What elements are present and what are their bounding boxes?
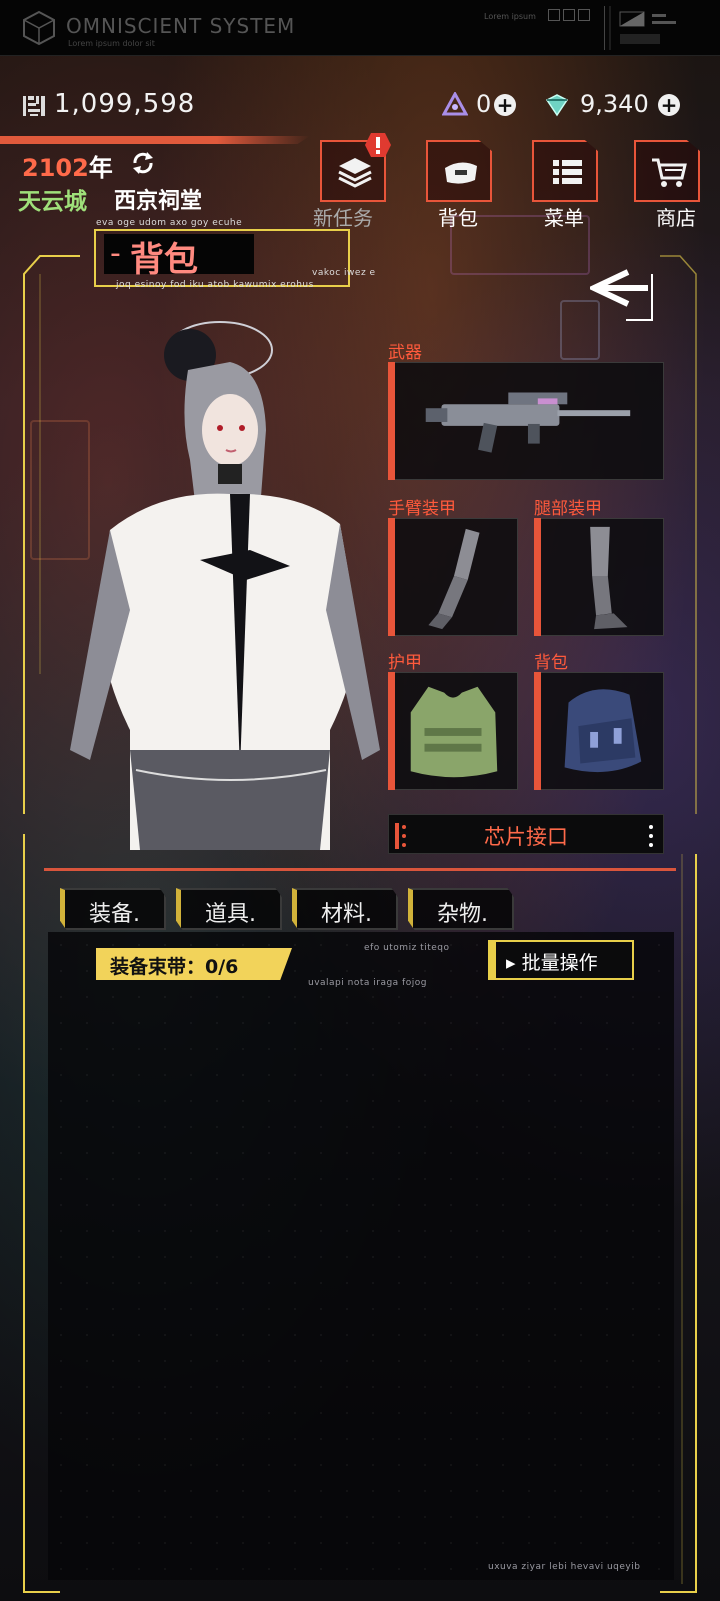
- title-dash: -: [110, 236, 121, 271]
- alert-icon: [365, 133, 391, 157]
- game-year: 2102年: [22, 154, 113, 182]
- backpack-slot-label: 背包: [534, 653, 568, 673]
- nav-backpack-button[interactable]: [426, 140, 492, 202]
- menu-icon: [553, 160, 582, 184]
- cart-icon: [652, 158, 687, 187]
- nav-menu-label: 菜单: [544, 206, 584, 230]
- footer-caption: uxuva ziyar lebi hevavi uqeyib: [488, 1562, 641, 1572]
- system-subtitle: Lorem ipsum dolor sit: [68, 39, 155, 48]
- header-accent-line: [0, 136, 310, 144]
- system-logo-icon: [23, 10, 55, 46]
- leg-armor-slot-label: 腿部装甲: [534, 499, 602, 519]
- arm-armor-icon: [428, 528, 480, 630]
- system-status-icon: [604, 6, 676, 50]
- crystal-amount: 0: [476, 90, 492, 118]
- header-sub-caption: joq esinoy fod iku atob kawumix erohus: [116, 280, 314, 290]
- weapon-slot[interactable]: [388, 362, 664, 480]
- armor-slot-label: 护甲: [388, 653, 422, 673]
- inventory-panel: [48, 932, 674, 1580]
- header-top-caption: eva oge udom axo goy ecuhe: [96, 218, 243, 228]
- gold-amount: 1,099,598: [54, 89, 196, 119]
- character-portrait: [70, 321, 380, 850]
- arm-armor-slot[interactable]: [388, 518, 518, 636]
- tab-equipment[interactable]: 装备.: [60, 888, 166, 930]
- add-crystal-button[interactable]: +: [494, 94, 516, 116]
- batch-operation-label: ▸ 批量操作: [506, 952, 598, 974]
- add-gem-button[interactable]: +: [658, 94, 680, 116]
- page-title: 背包: [130, 240, 198, 280]
- vest-icon: [410, 686, 498, 778]
- window-controls: [548, 9, 590, 21]
- tab-items[interactable]: 道具.: [176, 888, 282, 930]
- refresh-icon[interactable]: [130, 150, 156, 176]
- leg-armor-slot[interactable]: [534, 518, 664, 636]
- bag-icon: [445, 162, 477, 184]
- rifle-icon: [425, 392, 631, 453]
- backpack-icon: [564, 689, 642, 773]
- system-top-caption: Lorem ipsum: [484, 12, 536, 21]
- section-divider: [44, 868, 676, 871]
- header-right-caption: vakoc iwez e: [312, 268, 376, 278]
- system-title: OMNISCIENT SYSTEM: [66, 14, 296, 38]
- backpack-slot[interactable]: [534, 672, 664, 790]
- crystal-icon: [442, 92, 468, 116]
- equipment-belt-badge: 装备束带：0/6: [96, 948, 292, 980]
- resource-bar: 1,099,598 0 + 9,340 +: [0, 86, 720, 126]
- leg-armor-icon: [590, 526, 628, 630]
- system-bar: OMNISCIENT SYSTEM Lorem ipsum dolor sit …: [0, 0, 720, 56]
- inventory-caption-2: uvalapi nota iraga fojog: [308, 978, 427, 988]
- nav-new-task-label: 新任务: [313, 206, 373, 230]
- back-button[interactable]: [590, 262, 670, 328]
- batch-operation-button[interactable]: ▸ 批量操作: [488, 940, 634, 980]
- inventory-caption-1: efo utomiz titeqo: [364, 943, 450, 953]
- chip-interface-label: 芯片接口: [484, 825, 568, 849]
- nav-shop-label: 商店: [656, 206, 696, 230]
- nav-backpack-label: 背包: [438, 206, 478, 230]
- tab-misc[interactable]: 杂物.: [408, 888, 514, 930]
- nav-shop-button[interactable]: [634, 140, 700, 202]
- arm-armor-slot-label: 手臂装甲: [388, 499, 456, 519]
- city-name: 天云城: [18, 189, 87, 215]
- chip-interface-button[interactable]: 芯片接口: [388, 814, 664, 854]
- place-name: 西京祠堂: [114, 189, 203, 214]
- barcode-icon: [23, 96, 45, 116]
- armor-slot[interactable]: [388, 672, 518, 790]
- more-icon: [649, 825, 653, 847]
- layers-icon: [338, 158, 372, 188]
- gem-icon: [545, 94, 569, 117]
- tab-materials[interactable]: 材料.: [292, 888, 398, 930]
- weapon-slot-label: 武器: [388, 343, 422, 363]
- nav-menu-button[interactable]: [532, 140, 598, 202]
- gem-amount: 9,340: [580, 90, 649, 118]
